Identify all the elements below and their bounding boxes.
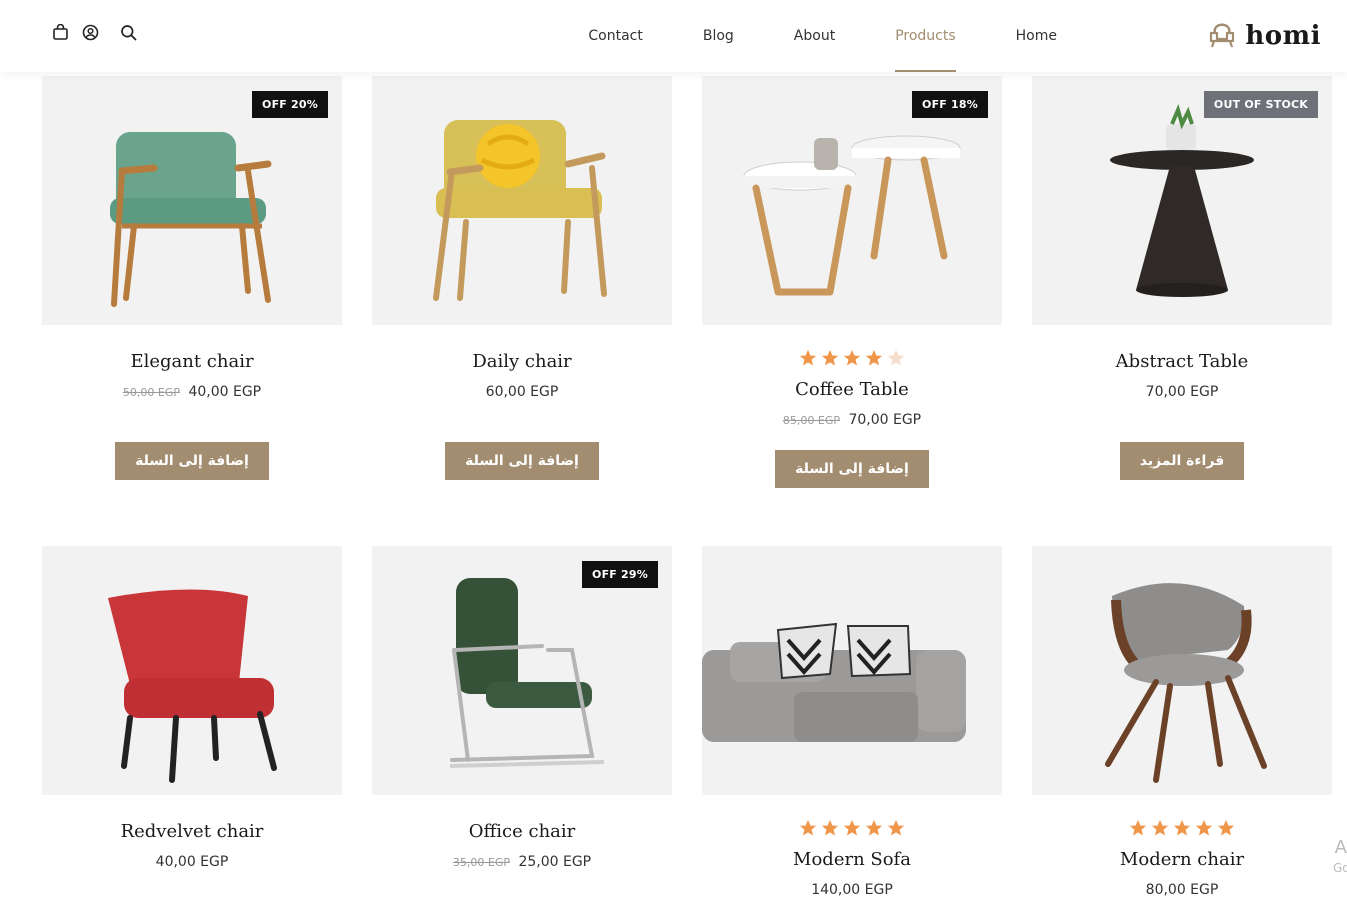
- product-price: 40,00 EGP: [42, 854, 342, 870]
- search-icon[interactable]: [118, 22, 138, 42]
- nav-contact[interactable]: Contact: [558, 0, 672, 72]
- star-icon: [843, 349, 861, 366]
- product-card: Daily chair 60,00 EGP إضافة إلى السلة: [372, 76, 672, 480]
- product-card: Redvelvet chair 40,00 EGP: [42, 546, 342, 870]
- rating-stars: [702, 819, 1002, 837]
- product-price: 80,00 EGP: [1032, 882, 1332, 898]
- product-card: OUT OF STOCK Abstract Table 70,00 EGP قر…: [1032, 76, 1332, 480]
- star-icon: [799, 349, 817, 366]
- add-to-cart-button[interactable]: إضافة إلى السلة: [445, 442, 599, 480]
- star-icon: [1129, 819, 1147, 836]
- rating-stars: [702, 349, 1002, 367]
- product-title[interactable]: Office chair: [372, 821, 672, 842]
- star-icon: [821, 349, 839, 366]
- nav-products[interactable]: Products: [865, 0, 985, 72]
- product-image[interactable]: [702, 546, 1002, 795]
- old-price: 35,00 EGP: [452, 856, 510, 869]
- read-more-button[interactable]: قراءة المزيد: [1119, 442, 1245, 480]
- current-price: 40,00 EGP: [155, 854, 229, 870]
- nav-blog[interactable]: Blog: [673, 0, 764, 72]
- side-small: Go: [1333, 861, 1347, 875]
- product-price: 60,00 EGP: [372, 384, 672, 400]
- product-card: OFF 29% Office chair 35,00 EGP 25,00 EGP: [372, 546, 672, 870]
- armchair-logo-icon: [1207, 16, 1237, 55]
- star-icon: [821, 819, 839, 836]
- nav-about[interactable]: About: [764, 0, 865, 72]
- sale-badge: OFF 29%: [582, 561, 658, 588]
- old-price: 50,00 EGP: [122, 386, 180, 399]
- product-price: 140,00 EGP: [702, 882, 1002, 898]
- modern-chair-illustration: [1105, 583, 1267, 783]
- product-card: OFF 20% Elegant chair 50,00 EGP 40,00 EG…: [42, 76, 342, 480]
- logo[interactable]: homi: [1207, 16, 1321, 55]
- nav-home[interactable]: Home: [986, 0, 1087, 72]
- product-title[interactable]: Abstract Table: [1032, 351, 1332, 372]
- user-icon[interactable]: [80, 22, 100, 42]
- star-icon: [865, 819, 883, 836]
- add-to-cart-button[interactable]: إضافة إلى السلة: [115, 442, 269, 480]
- logo-text: homi: [1245, 20, 1321, 51]
- product-image[interactable]: OFF 29%: [372, 546, 672, 795]
- rating-stars: [1032, 819, 1332, 837]
- side-floating-label: A Go: [1333, 838, 1347, 878]
- old-price: 85,00 EGP: [782, 414, 840, 427]
- star-icon: [1217, 819, 1235, 836]
- sale-badge: OFF 18%: [912, 91, 988, 118]
- star-icon: [799, 819, 817, 836]
- product-price: 85,00 EGP 70,00 EGP: [702, 412, 1002, 428]
- yellow-armchair-illustration: [433, 120, 607, 301]
- current-price: 40,00 EGP: [188, 384, 262, 400]
- star-icon: [843, 819, 861, 836]
- product-image[interactable]: OFF 20%: [42, 76, 342, 325]
- product-title[interactable]: Redvelvet chair: [42, 821, 342, 842]
- current-price: 60,00 EGP: [485, 384, 559, 400]
- star-empty-icon: [887, 349, 905, 366]
- main-nav: Contact Blog About Products Home: [558, 0, 1087, 72]
- current-price: 80,00 EGP: [1145, 882, 1219, 898]
- out-of-stock-badge: OUT OF STOCK: [1203, 91, 1318, 118]
- side-letter: A: [1334, 838, 1347, 858]
- product-card: Modern chair 80,00 EGP: [1032, 546, 1332, 898]
- bag-icon[interactable]: [50, 22, 70, 42]
- site-header: Contact Blog About Products Home homi: [0, 0, 1347, 72]
- product-image[interactable]: [1032, 546, 1332, 795]
- product-title[interactable]: Coffee Table: [702, 379, 1002, 400]
- add-to-cart-button[interactable]: إضافة إلى السلة: [775, 450, 929, 488]
- header-actions: [50, 22, 138, 42]
- product-price: 50,00 EGP 40,00 EGP: [42, 384, 342, 400]
- product-image[interactable]: [42, 546, 342, 795]
- product-image[interactable]: OFF 18%: [702, 76, 1002, 325]
- current-price: 140,00 EGP: [811, 882, 893, 898]
- product-card: OFF 18% Coffee Table 85,00 EGP 70,00 EGP…: [702, 76, 1002, 488]
- product-title[interactable]: Modern chair: [1032, 849, 1332, 870]
- product-price: 70,00 EGP: [1032, 384, 1332, 400]
- red-velvet-chair-illustration: [108, 589, 277, 783]
- current-price: 70,00 EGP: [1145, 384, 1219, 400]
- current-price: 70,00 EGP: [848, 412, 922, 428]
- star-icon: [1195, 819, 1213, 836]
- star-icon: [887, 819, 905, 836]
- star-icon: [1151, 819, 1169, 836]
- product-card: Modern Sofa 140,00 EGP: [702, 546, 1002, 898]
- product-title[interactable]: Elegant chair: [42, 351, 342, 372]
- current-price: 25,00 EGP: [518, 854, 592, 870]
- product-title[interactable]: Modern Sofa: [702, 849, 1002, 870]
- product-title[interactable]: Daily chair: [372, 351, 672, 372]
- star-icon: [865, 349, 883, 366]
- product-image[interactable]: OUT OF STOCK: [1032, 76, 1332, 325]
- star-icon: [1173, 819, 1191, 836]
- sale-badge: OFF 20%: [252, 91, 328, 118]
- product-image[interactable]: [372, 76, 672, 325]
- product-price: 35,00 EGP 25,00 EGP: [372, 854, 672, 870]
- modern-sofa-illustration: [702, 622, 966, 742]
